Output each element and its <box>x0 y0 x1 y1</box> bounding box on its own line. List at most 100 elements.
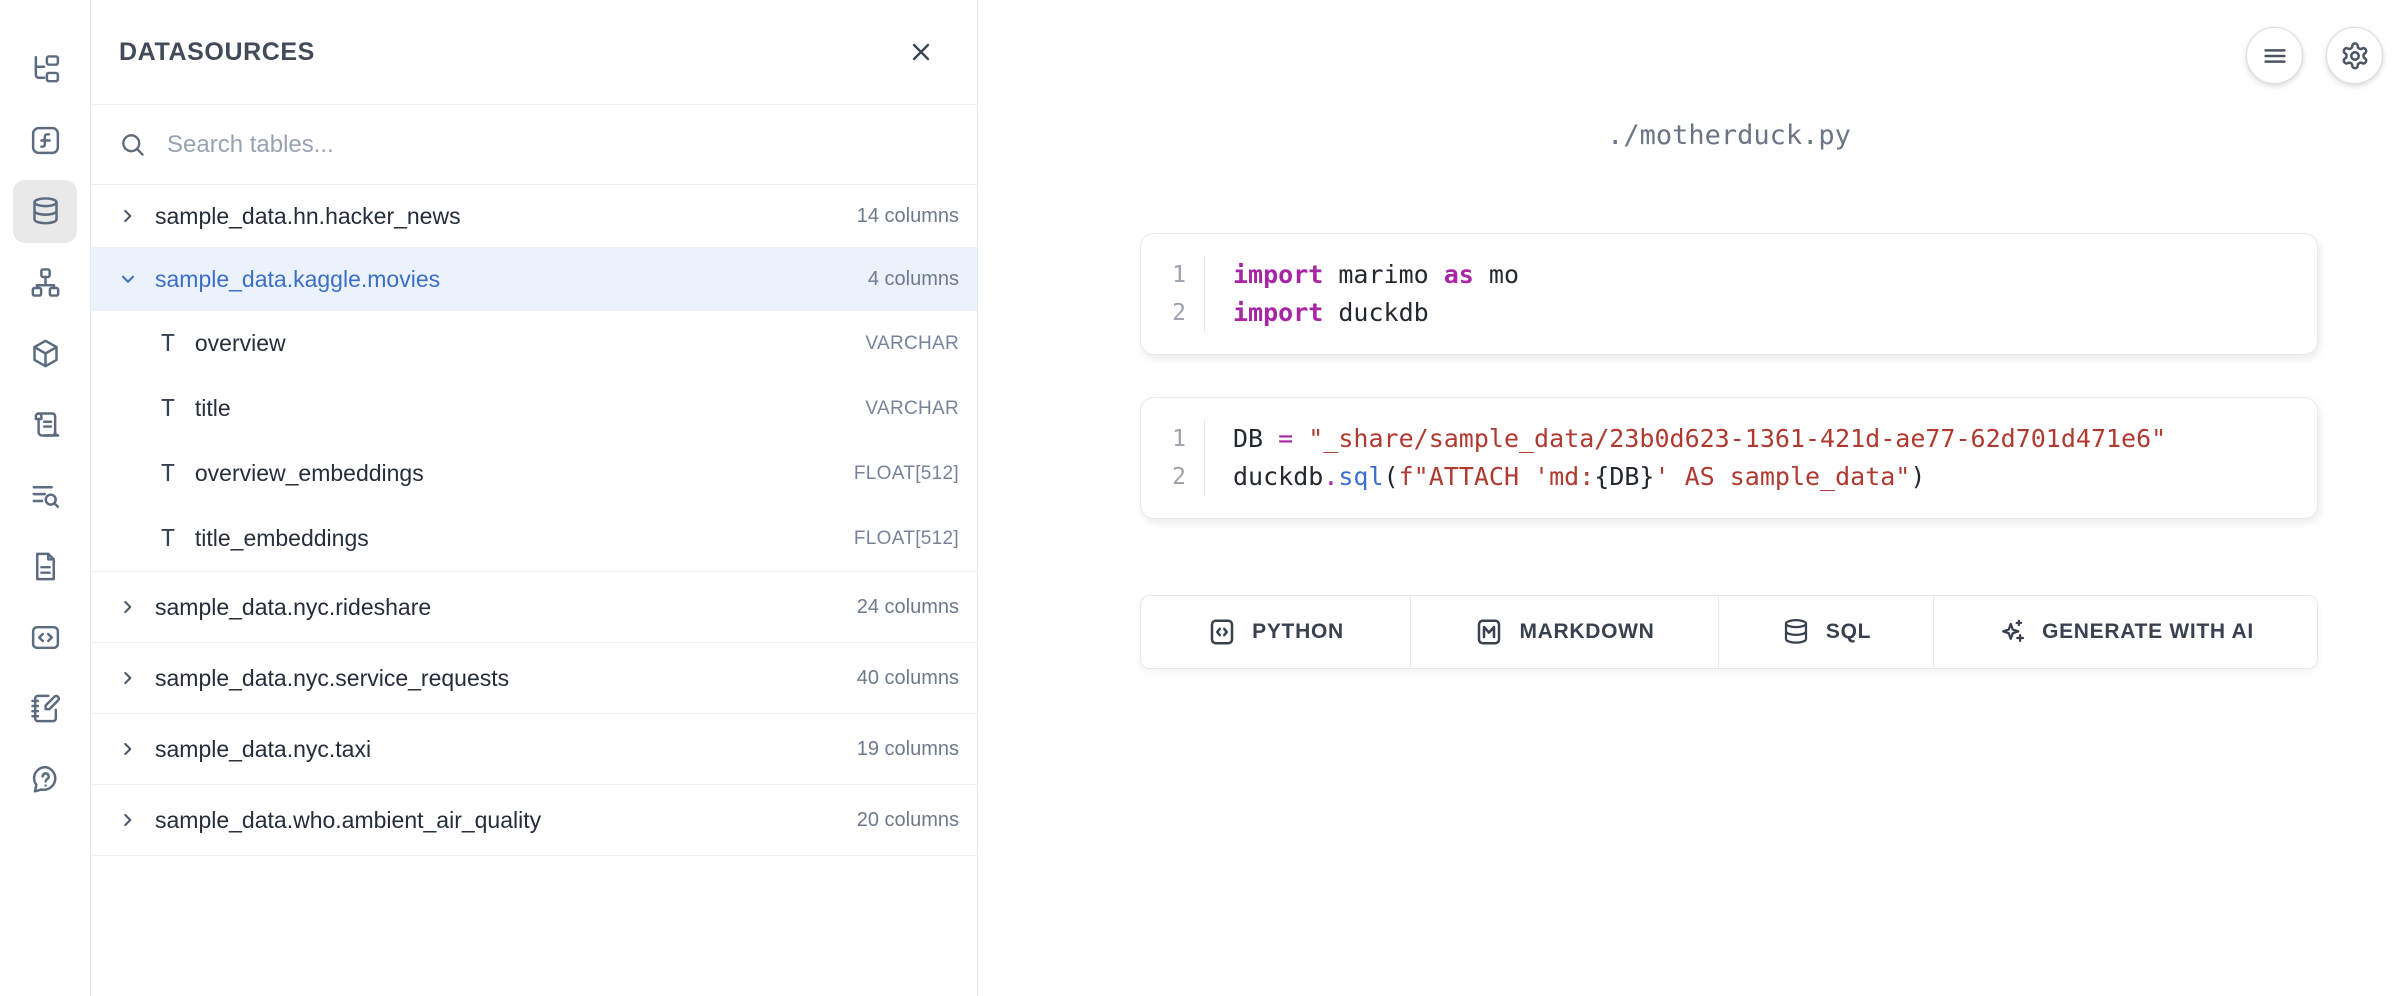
line-number: 1 <box>1141 256 1205 294</box>
rail-item-document[interactable] <box>13 535 77 598</box>
package-box-icon <box>29 337 62 370</box>
code-text: import duckdb <box>1205 294 1429 332</box>
table-row[interactable]: sample_data.who.ambient_air_quality20 co… <box>91 785 977 856</box>
code-cell[interactable]: 1DB = "_share/sample_data/23b0d623-1361-… <box>1140 397 2318 519</box>
add-cell-markdown-button[interactable]: MARKDOWN <box>1411 596 1719 668</box>
column-type: VARCHAR <box>865 398 959 420</box>
topbar-actions <box>2246 27 2383 84</box>
column-name: title <box>195 395 846 422</box>
table-columns-group: ToverviewVARCHARTtitleVARCHARToverview_e… <box>91 311 977 572</box>
table-column-count: 19 columns <box>857 738 959 761</box>
rail-item-scratchpad[interactable] <box>13 677 77 740</box>
code-line: 1import marimo as mo <box>1141 256 2317 294</box>
hamburger-icon <box>2260 41 2290 71</box>
column-row[interactable]: Ttitle VARCHAR <box>91 376 977 441</box>
add-cell-button-label: SQL <box>1826 620 1871 644</box>
table-row[interactable]: sample_data.nyc.taxi 19 columns <box>91 714 977 785</box>
code-line: 1DB = "_share/sample_data/23b0d623-1361-… <box>1141 420 2317 458</box>
rail-item-scroll-outline[interactable] <box>13 393 77 456</box>
column-row[interactable]: ToverviewVARCHAR <box>91 311 977 376</box>
code-snippet-icon <box>29 621 62 654</box>
code-square-icon <box>1207 617 1237 647</box>
table-column-count: 40 columns <box>857 667 959 690</box>
code-text: duckdb.sql(f"ATTACH 'md:{DB}' AS sample_… <box>1205 458 1925 496</box>
text-type-icon: T <box>161 396 175 422</box>
rail-item-dependency-graph[interactable] <box>13 251 77 314</box>
add-cell-button-label: PYTHON <box>1252 620 1344 644</box>
list-search-icon <box>29 479 62 512</box>
chevron-right-icon <box>117 205 139 227</box>
column-type: FLOAT[512] <box>854 463 959 485</box>
add-cell-python-button[interactable]: PYTHON <box>1141 596 1411 668</box>
table-column-count: 14 columns <box>857 205 959 228</box>
table-row[interactable]: sample_data.nyc.rideshare 24 columns <box>91 572 977 643</box>
markdown-icon <box>1474 617 1504 647</box>
document-icon <box>29 550 62 583</box>
code-line: 2import duckdb <box>1141 294 2317 332</box>
code-cell[interactable]: 1import marimo as mo2import duckdb <box>1140 233 2318 355</box>
line-number: 1 <box>1141 420 1205 458</box>
text-type-icon: T <box>161 331 175 357</box>
column-name: overview_embeddings <box>195 460 834 487</box>
datasources-panel: DATASOURCES sample_data.hn.hacker_news14… <box>91 0 978 996</box>
database-icon <box>29 195 62 228</box>
code-text: DB = "_share/sample_data/23b0d623-1361-4… <box>1205 420 2166 458</box>
notebook-document: ./motherduck.py 1import marimo as mo2imp… <box>1140 0 2318 669</box>
line-number: 2 <box>1141 294 1205 332</box>
table-name: sample_data.kaggle.movies <box>155 266 852 293</box>
dependency-graph-icon <box>29 266 62 299</box>
column-row[interactable]: Ttitle_embeddings FLOAT[512] <box>91 506 977 571</box>
add-cell-generate-with-ai-button[interactable]: GENERATE WITH AI <box>1934 596 2317 668</box>
table-name: sample_data.nyc.taxi <box>155 736 841 763</box>
chevron-right-icon <box>117 596 139 618</box>
sparkles-icon <box>1997 617 2027 647</box>
menu-button[interactable] <box>2246 27 2303 84</box>
add-cell-button-label: GENERATE WITH AI <box>2042 620 2254 644</box>
search-icon <box>119 131 147 159</box>
table-name: sample_data.who.ambient_air_quality <box>155 807 841 834</box>
table-row[interactable]: sample_data.hn.hacker_news14 columns <box>91 185 977 248</box>
text-type-icon: T <box>161 461 175 487</box>
rail-item-file-tree[interactable] <box>13 38 77 101</box>
settings-button[interactable] <box>2326 27 2383 84</box>
function-square-icon <box>29 124 62 157</box>
notebook-filename: ./motherduck.py <box>1140 120 2318 151</box>
table-name: sample_data.nyc.rideshare <box>155 594 841 621</box>
column-type: FLOAT[512] <box>854 528 959 550</box>
chevron-right-icon <box>117 738 139 760</box>
help-chat-icon <box>29 763 62 796</box>
search-input[interactable] <box>167 131 949 159</box>
close-icon <box>907 38 935 66</box>
rail-item-list-search[interactable] <box>13 464 77 527</box>
chevron-right-icon <box>117 809 139 831</box>
gear-icon <box>2340 41 2370 71</box>
column-name: title_embeddings <box>195 525 834 552</box>
table-row[interactable]: sample_data.nyc.service_requests40 colum… <box>91 643 977 714</box>
rail-item-function-square[interactable] <box>13 109 77 172</box>
table-column-count: 24 columns <box>857 596 959 619</box>
add-cell-bar: PYTHON MARKDOWN SQL GENERATE WITH AI <box>1140 595 2318 669</box>
add-cell-sql-button[interactable]: SQL <box>1719 596 1934 668</box>
column-row[interactable]: Toverview_embeddings FLOAT[512] <box>91 441 977 506</box>
panel-title: DATASOURCES <box>119 38 315 67</box>
code-line: 2duckdb.sql(f"ATTACH 'md:{DB}' AS sample… <box>1141 458 2317 496</box>
file-tree-icon <box>29 53 62 86</box>
line-number: 2 <box>1141 458 1205 496</box>
chevron-down-icon <box>117 268 139 290</box>
notebook-main: ./motherduck.py 1import marimo as mo2imp… <box>978 0 2399 996</box>
scroll-outline-icon <box>29 408 62 441</box>
text-type-icon: T <box>161 526 175 552</box>
tables-list: sample_data.hn.hacker_news14 columnssamp… <box>91 185 977 996</box>
column-type: VARCHAR <box>865 333 959 355</box>
close-panel-button[interactable] <box>907 38 935 66</box>
rail-item-code-snippet[interactable] <box>13 606 77 669</box>
cells-container: 1import marimo as mo2import duckdb1DB = … <box>1140 151 2318 519</box>
chevron-right-icon <box>117 667 139 689</box>
rail-item-database[interactable] <box>13 180 77 243</box>
add-cell-button-label: MARKDOWN <box>1519 620 1654 644</box>
table-row[interactable]: sample_data.kaggle.movies 4 columns <box>91 248 977 311</box>
table-column-count: 4 columns <box>868 268 959 291</box>
rail-item-help-chat[interactable] <box>13 748 77 811</box>
rail-item-package-box[interactable] <box>13 322 77 385</box>
scratchpad-icon <box>29 692 62 725</box>
